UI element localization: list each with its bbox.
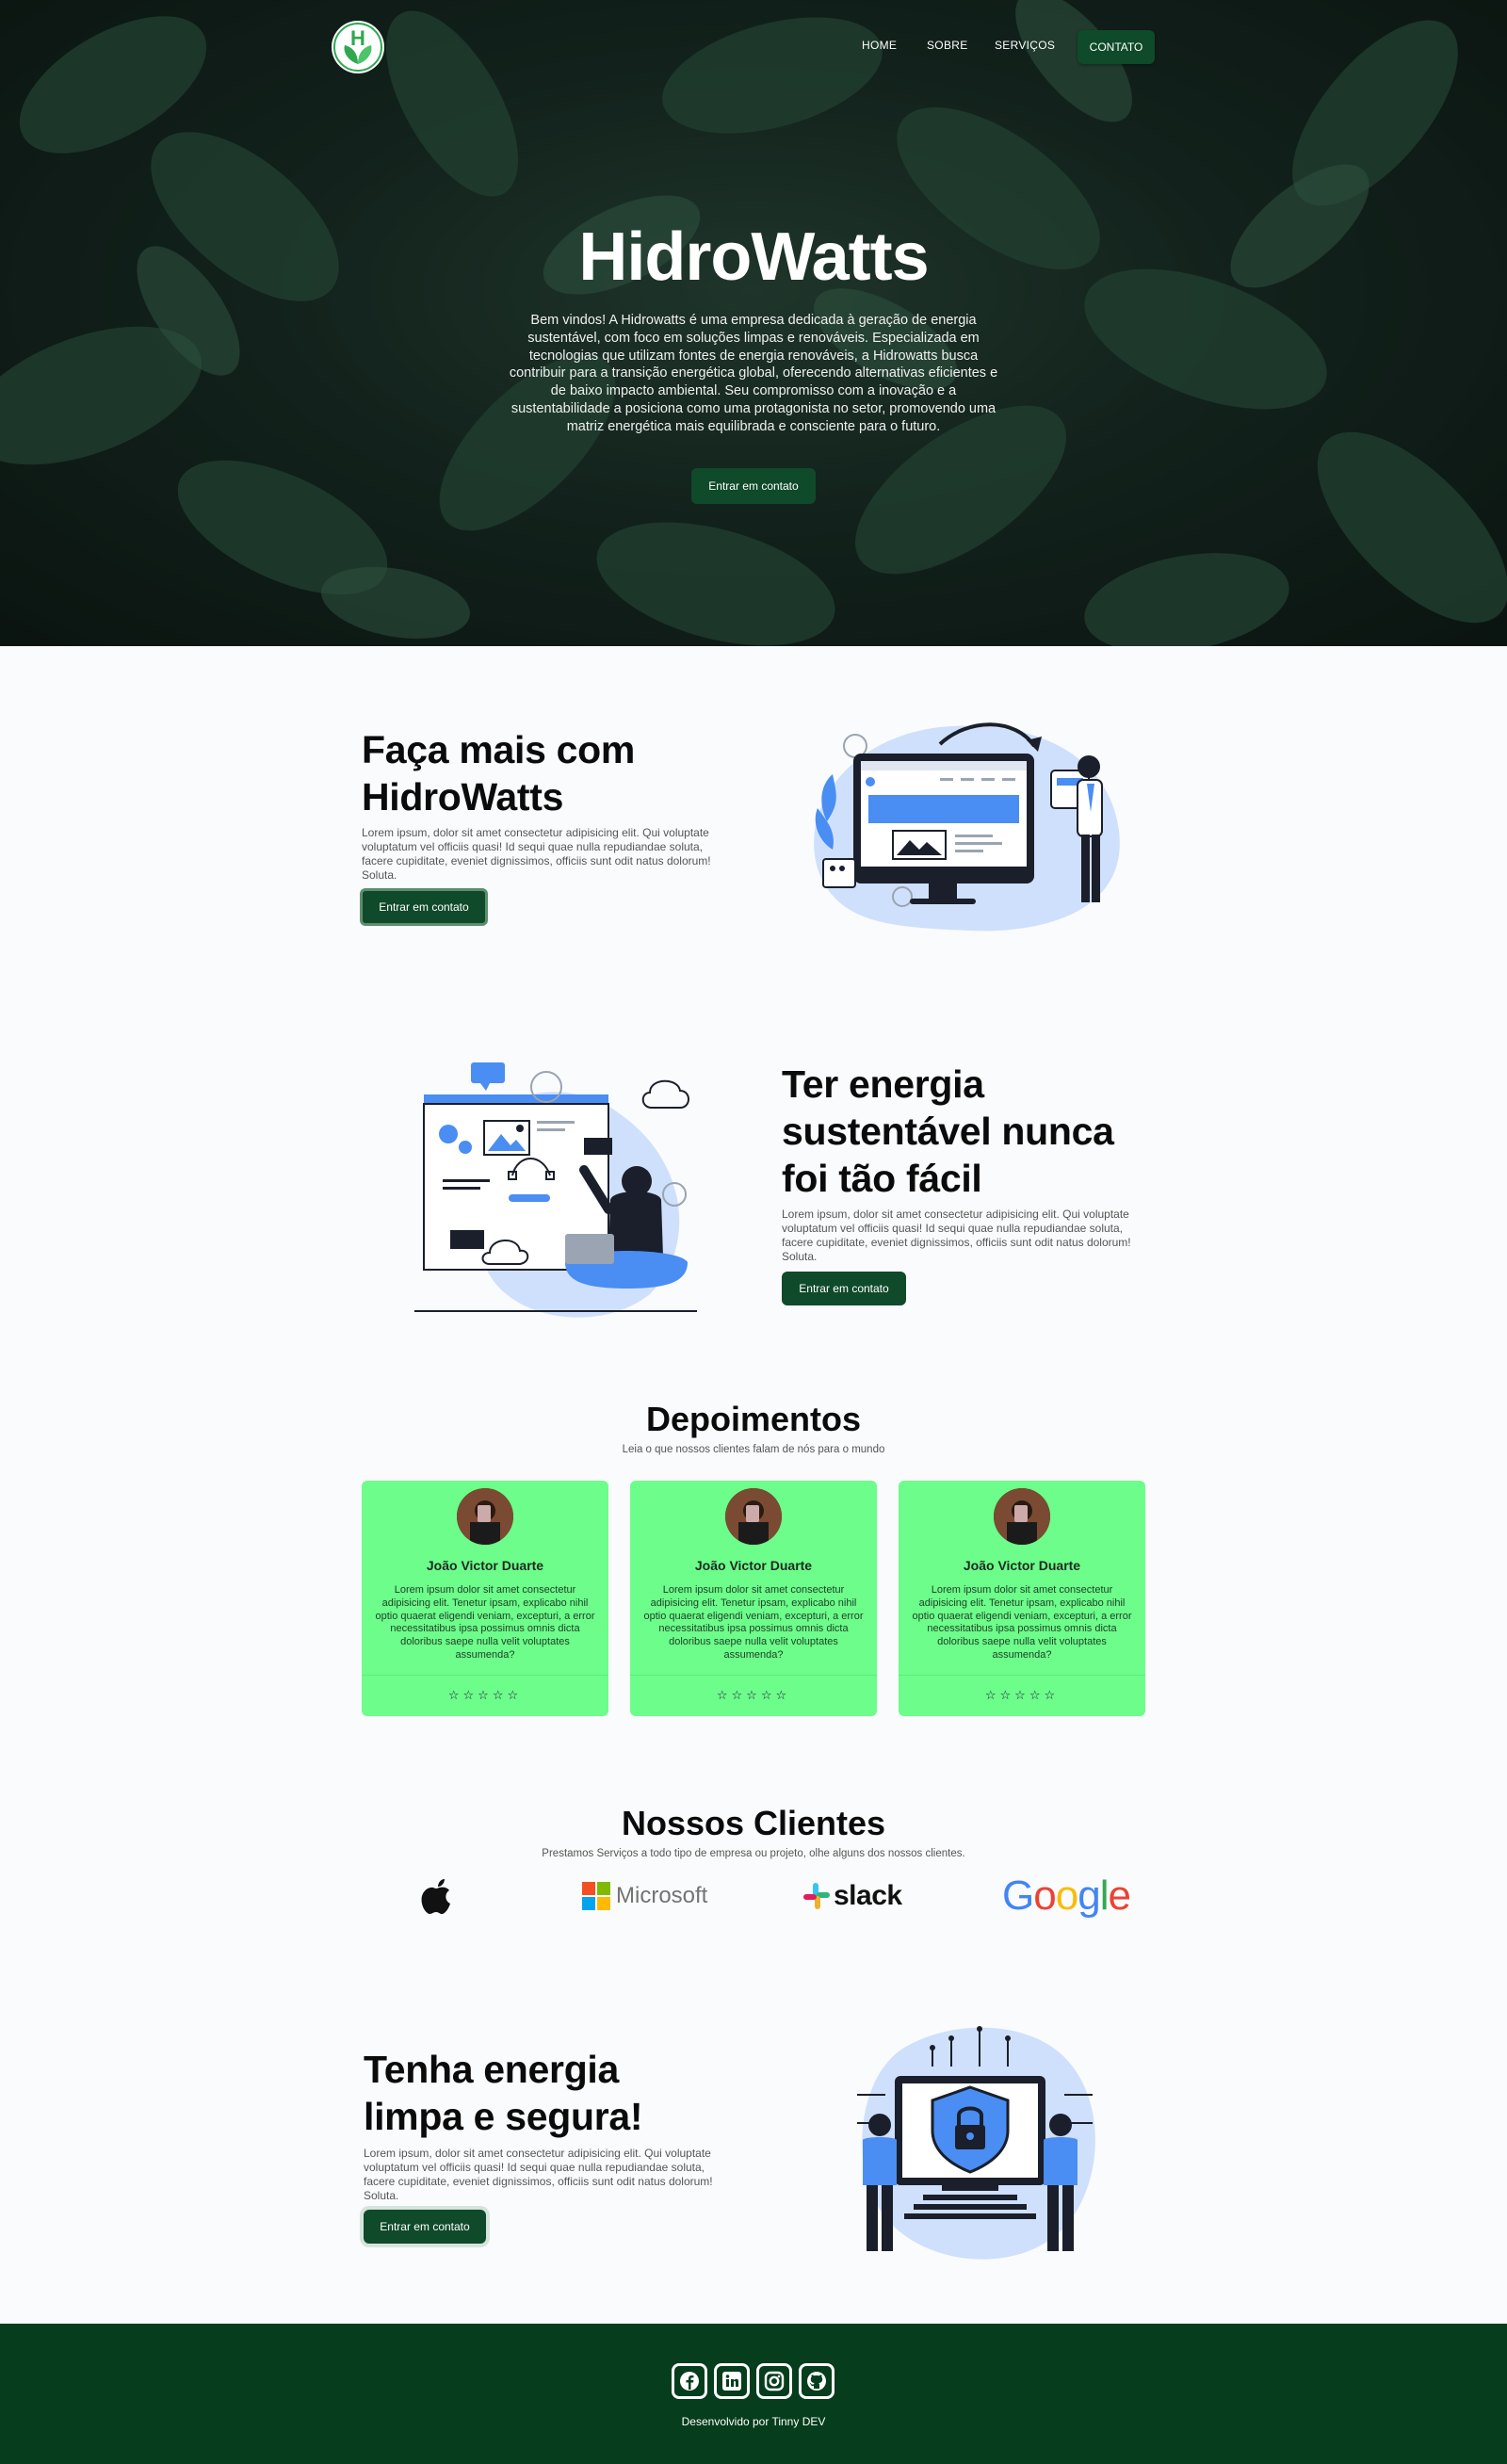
hero-title: HidroWatts: [578, 219, 929, 295]
avatar: [994, 1488, 1050, 1545]
testimonials-subtitle: Leia o que nossos clientes falam de nós …: [622, 1444, 885, 1455]
section3-title: Tenha energia limpa e segura!: [364, 2046, 643, 2140]
section2-text: Lorem ipsum, dolor sit amet consectetur …: [782, 1208, 1131, 1263]
nav-servicos-link[interactable]: SERVIÇOS: [995, 39, 1055, 52]
nav-sobre-link[interactable]: SOBRE: [927, 39, 968, 52]
testimonial-name: João Victor Duarte: [426, 1558, 544, 1573]
developer-illustration: [414, 1062, 697, 1318]
microsoft-logo: Microsoft: [582, 1874, 707, 1918]
section2-title-line3: foi tão fácil: [782, 1157, 982, 1200]
section3-text: Lorem ipsum, dolor sit amet consectetur …: [364, 2147, 713, 2202]
slack-wordmark: slack: [834, 1880, 902, 1911]
github-icon[interactable]: [799, 2363, 835, 2399]
slack-logo: slack: [803, 1874, 902, 1918]
contact-button[interactable]: CONTATO: [1078, 30, 1155, 64]
testimonial-text: Lorem ipsum dolor sit amet consectetur a…: [375, 1584, 595, 1661]
section2-title-line2: sustentável nunca: [782, 1110, 1114, 1153]
section1-title-line1: Faça mais com: [362, 728, 636, 771]
clients-title: Nossos Clientes: [621, 1804, 886, 1842]
testimonial-text: Lorem ipsum dolor sit amet consectetur a…: [912, 1584, 1132, 1661]
hero-description: Bem vindos! A Hidrowatts é uma empresa d…: [509, 313, 998, 434]
testimonial-card: João Victor Duarte Lorem ipsum dolor sit…: [899, 1481, 1145, 1716]
nav-home-link[interactable]: HOME: [862, 39, 897, 52]
facebook-icon[interactable]: [672, 2363, 707, 2399]
star-rating: ☆☆☆☆☆: [984, 1688, 1060, 1702]
section1-contact-button[interactable]: Entrar em contato: [360, 888, 488, 926]
footer: Desenvolvido por Tinny DEV: [0, 2324, 1507, 2464]
microsoft-wordmark: Microsoft: [616, 1883, 708, 1908]
section3-title-line1: Tenha energia: [364, 2048, 620, 2091]
testimonial-card: João Victor Duarte Lorem ipsum dolor sit…: [362, 1481, 608, 1716]
security-illustration: [857, 2026, 1095, 2260]
hero-contact-button[interactable]: Entrar em contato: [691, 468, 816, 504]
apple-logo: [420, 1874, 454, 1918]
testimonial-name: João Victor Duarte: [963, 1558, 1081, 1573]
google-logo: Google: [1002, 1872, 1131, 1919]
section1-text: Lorem ipsum, dolor sit amet consectetur …: [362, 826, 711, 882]
section2-title-line1: Ter energia: [782, 1062, 984, 1106]
clients-subtitle: Prestamos Serviços a todo tipo de empres…: [542, 1848, 965, 1859]
star-rating: ☆☆☆☆☆: [447, 1688, 523, 1702]
hero-section: H HOME SOBRE SERVIÇOS CONTATO HidroWatts…: [0, 0, 1507, 646]
testimonial-card: João Victor Duarte Lorem ipsum dolor sit…: [630, 1481, 877, 1716]
section1-title-line2: HidroWatts: [362, 775, 564, 819]
instagram-icon[interactable]: [756, 2363, 792, 2399]
linkedin-icon[interactable]: [714, 2363, 750, 2399]
avatar: [457, 1488, 513, 1545]
web-design-illustration: [814, 722, 1120, 932]
main-nav: HOME SOBRE SERVIÇOS CONTATO: [0, 30, 1507, 64]
section2-title: Ter energia sustentável nunca foi tão fá…: [782, 1061, 1114, 1202]
testimonials-title: Depoimentos: [645, 1400, 862, 1438]
footer-credit: Desenvolvido por Tinny DEV: [681, 2415, 826, 2428]
section2-contact-button[interactable]: Entrar em contato: [782, 1272, 906, 1305]
testimonial-name: João Victor Duarte: [694, 1558, 813, 1573]
star-rating: ☆☆☆☆☆: [716, 1688, 791, 1702]
avatar: [725, 1488, 782, 1545]
section3-contact-button[interactable]: Entrar em contato: [364, 2210, 486, 2244]
section1-title: Faça mais com HidroWatts: [362, 726, 635, 820]
section3-title-line2: limpa e segura!: [364, 2095, 643, 2138]
google-wordmark: Google: [1002, 1872, 1131, 1919]
testimonial-text: Lorem ipsum dolor sit amet consectetur a…: [643, 1584, 864, 1661]
